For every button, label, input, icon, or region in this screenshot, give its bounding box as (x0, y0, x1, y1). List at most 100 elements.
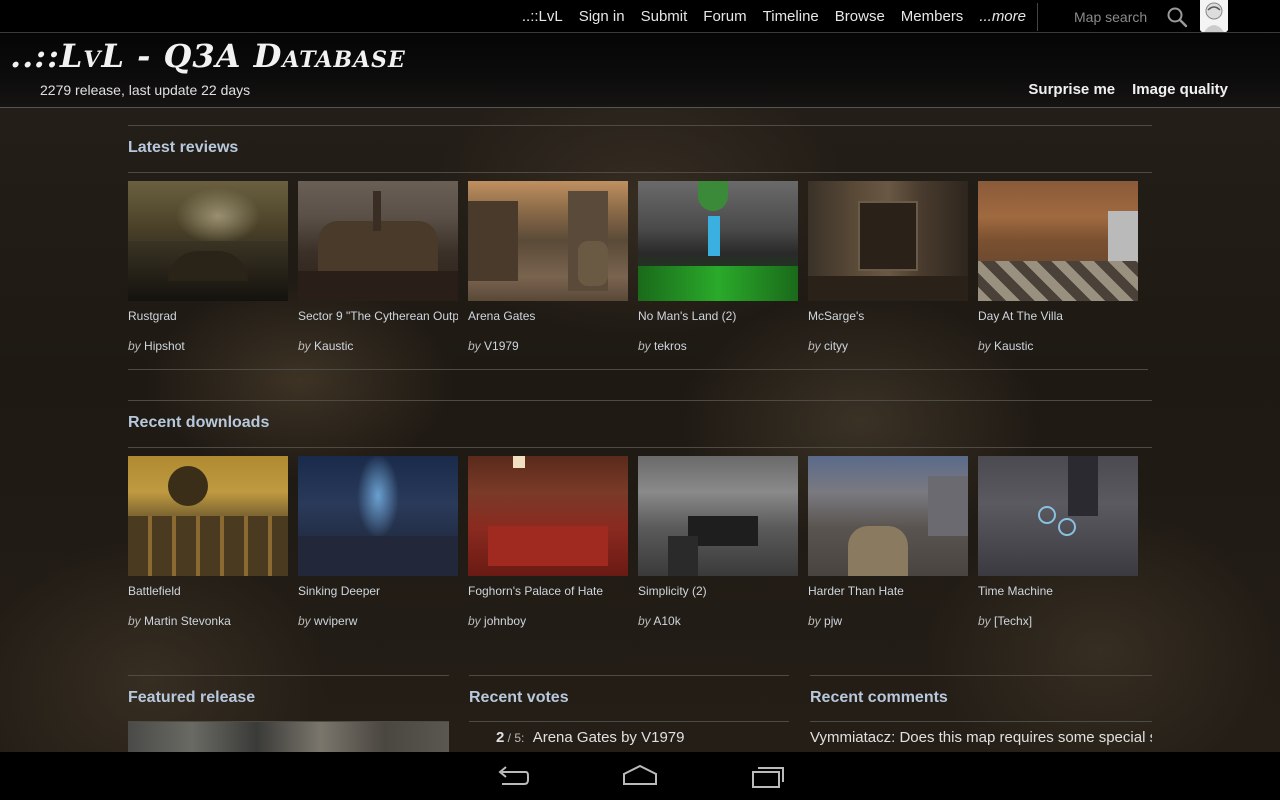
comment-entry[interactable]: Vymmiatacz: Does this map requires some … (810, 729, 1152, 746)
map-title[interactable]: Simplicity (2) (638, 584, 798, 600)
map-thumbnail[interactable] (638, 181, 798, 301)
image-quality-link[interactable]: Image quality (1132, 81, 1228, 98)
header-links: Surprise me Image quality (1011, 81, 1228, 98)
author-link[interactable]: V1979 (484, 339, 519, 353)
map-title[interactable]: Rustgrad (128, 309, 288, 325)
user-avatar[interactable] (1200, 0, 1228, 32)
by-label: by (808, 339, 821, 353)
search-icon[interactable] (1166, 6, 1188, 28)
home-icon[interactable] (620, 762, 660, 790)
download-card[interactable]: Battlefield by Martin Stevonka (128, 456, 288, 628)
map-thumbnail[interactable] (808, 456, 968, 576)
map-author: by pjw (808, 614, 968, 628)
nav-item-sign-in[interactable]: Sign in (579, 8, 625, 25)
divider (128, 447, 1152, 448)
map-thumbnail[interactable] (298, 181, 458, 301)
review-card[interactable]: Sector 9 "The Cytherean Outp by Kaustic (298, 181, 458, 353)
nav-item-submit[interactable]: Submit (641, 8, 688, 25)
map-author: by A10k (638, 614, 798, 628)
map-thumbnail[interactable] (298, 456, 458, 576)
author-link[interactable]: Hipshot (144, 339, 185, 353)
author-link[interactable]: Kaustic (994, 339, 1033, 353)
download-card[interactable]: Time Machine by [Techx] (978, 456, 1138, 628)
by-label: by (468, 339, 481, 353)
vote-entry[interactable]: 2 / 5: Arena Gates by V1979 (496, 729, 684, 746)
map-author: by Kaustic (978, 339, 1138, 353)
by-label: by (638, 339, 651, 353)
map-thumbnail[interactable] (128, 456, 288, 576)
nav-item-browse[interactable]: Browse (835, 8, 885, 25)
map-author: by V1979 (468, 339, 628, 353)
map-thumbnail[interactable] (978, 181, 1138, 301)
map-title[interactable]: Foghorn's Palace of Hate (468, 584, 628, 600)
review-card[interactable]: No Man's Land (2) by tekros (638, 181, 798, 353)
map-title[interactable]: Day At The Villa (978, 309, 1138, 325)
review-card[interactable]: Day At The Villa by Kaustic (978, 181, 1138, 353)
featured-release-title: Featured release (128, 689, 256, 706)
map-thumbnail[interactable] (468, 456, 628, 576)
recent-votes-title: Recent votes (469, 689, 569, 706)
divider (810, 675, 1152, 676)
recent-comments-title: Recent comments (810, 689, 948, 706)
map-title[interactable]: McSarge's (808, 309, 968, 325)
map-title[interactable]: Sector 9 "The Cytherean Outp (298, 309, 458, 325)
download-card[interactable]: Foghorn's Palace of Hate by johnboy (468, 456, 628, 628)
map-title[interactable]: Sinking Deeper (298, 584, 458, 600)
map-author: by johnboy (468, 614, 628, 628)
author-link[interactable]: wviperw (314, 614, 357, 628)
author-link[interactable]: tekros (654, 339, 687, 353)
map-author: by Martin Stevonka (128, 614, 288, 628)
nav-item-more[interactable]: ...more (979, 8, 1026, 25)
map-author: by wviperw (298, 614, 458, 628)
divider (128, 172, 1152, 173)
featured-release-thumbnail[interactable] (128, 722, 449, 752)
nav-item-forum[interactable]: Forum (703, 8, 746, 25)
nav-item-lvl[interactable]: ..::LvL (522, 8, 563, 25)
map-thumbnail[interactable] (638, 456, 798, 576)
surprise-me-link[interactable]: Surprise me (1028, 81, 1115, 98)
recent-downloads-list: Battlefield by Martin Stevonka Sinking D… (128, 456, 1148, 628)
map-thumbnail[interactable] (128, 181, 288, 301)
map-title[interactable]: No Man's Land (2) (638, 309, 798, 325)
map-author: by tekros (638, 339, 798, 353)
latest-reviews-list: Rustgrad by Hipshot Sector 9 "The Cyther… (128, 181, 1148, 353)
site-logo[interactable]: ..::LvL - Q3A Database (10, 37, 406, 75)
map-title[interactable]: Time Machine (978, 584, 1138, 600)
author-link[interactable]: Kaustic (314, 339, 353, 353)
avatar-face-icon (1200, 0, 1228, 32)
download-card[interactable]: Harder Than Hate by pjw (808, 456, 968, 628)
review-card[interactable]: Rustgrad by Hipshot (128, 181, 288, 353)
author-link[interactable]: Martin Stevonka (144, 614, 231, 628)
vote-map-link[interactable]: Arena Gates by V1979 (533, 729, 685, 746)
back-icon[interactable] (492, 762, 532, 790)
map-title[interactable]: Battlefield (128, 584, 288, 600)
review-card[interactable]: McSarge's by cityy (808, 181, 968, 353)
map-title[interactable]: Harder Than Hate (808, 584, 968, 600)
review-card[interactable]: Arena Gates by V1979 (468, 181, 628, 353)
download-card[interactable]: Simplicity (2) by A10k (638, 456, 798, 628)
author-link[interactable]: cityy (824, 339, 848, 353)
divider (128, 369, 1148, 370)
map-thumbnail[interactable] (978, 456, 1138, 576)
author-link[interactable]: A10k (653, 614, 680, 628)
author-link[interactable]: pjw (824, 614, 842, 628)
map-thumbnail[interactable] (808, 181, 968, 301)
nav-item-members[interactable]: Members (901, 8, 964, 25)
author-link[interactable]: [Techx] (994, 614, 1032, 628)
by-label: by (978, 614, 991, 628)
by-label: by (468, 614, 481, 628)
map-thumbnail[interactable] (468, 181, 628, 301)
by-label: by (298, 614, 311, 628)
divider (469, 721, 789, 722)
download-card[interactable]: Sinking Deeper by wviperw (298, 456, 458, 628)
top-navigation-bar: ..::LvL Sign in Submit Forum Timeline Br… (0, 0, 1280, 33)
author-link[interactable]: johnboy (484, 614, 526, 628)
divider (128, 400, 1152, 401)
nav-item-timeline[interactable]: Timeline (763, 8, 819, 25)
recents-icon[interactable] (748, 762, 788, 790)
map-search-input[interactable] (1066, 6, 1164, 28)
latest-reviews-title: Latest reviews (128, 139, 239, 156)
by-label: by (978, 339, 991, 353)
nav-divider (1037, 3, 1038, 31)
map-title[interactable]: Arena Gates (468, 309, 628, 325)
